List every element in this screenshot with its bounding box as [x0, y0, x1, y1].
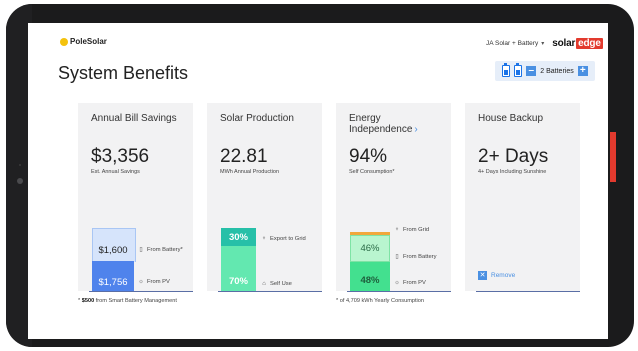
- bill-savings-sub: Est. Annual Savings: [91, 169, 140, 175]
- from-grid-label: From Grid: [403, 227, 430, 233]
- solaredge-logo-right: edge: [576, 38, 603, 49]
- solaredge-logo: solar edge: [552, 38, 603, 49]
- tower-icon: ♆: [261, 236, 267, 242]
- energy-footnote: * of 4,709 kWh Yearly Consumption: [336, 298, 424, 304]
- sun-logo-icon: [60, 37, 68, 46]
- sensor: [19, 164, 21, 166]
- app-screen: PoleSolar JA Solar + Battery ▾ solar edge…: [28, 23, 608, 339]
- tower-icon: ♆: [394, 227, 400, 233]
- energy-title-text: Energy Independence: [349, 113, 413, 135]
- bar-from-battery: 46%: [350, 235, 390, 262]
- battery-icon: ▯: [139, 247, 143, 253]
- bar-pv-savings: $1,756: [92, 261, 134, 291]
- battery-count: 2 Batteries: [540, 67, 574, 75]
- page-title: System Benefits: [58, 63, 189, 83]
- bill-battery-label: From Battery*: [147, 247, 183, 253]
- export-label-row: ♆ Export to Grid: [261, 236, 306, 242]
- chart-baseline: [218, 291, 322, 292]
- solar-production-sub: MWh Annual Production: [220, 169, 280, 175]
- bar-from-pv: 48%: [350, 262, 390, 291]
- self-use-label-row: ⌂ Self Use: [261, 281, 292, 287]
- house-backup-sub: 4+ Days Including Sunshine: [478, 169, 547, 175]
- card-bill-savings: Annual Bill Savings $3,356 Est. Annual S…: [78, 103, 193, 292]
- chart-baseline: [89, 291, 193, 292]
- house-icon: ⌂: [262, 281, 266, 287]
- sun-icon: ☼: [394, 280, 400, 286]
- side-accent: [610, 132, 616, 182]
- bill-savings-value: $3,356: [91, 146, 150, 167]
- sun-icon: ☼: [138, 279, 144, 285]
- battery-control: – 2 Batteries +: [495, 61, 595, 81]
- header-right: JA Solar + Battery ▾ solar edge: [486, 38, 603, 49]
- battery-icon: ▯: [395, 254, 399, 260]
- system-select[interactable]: JA Solar + Battery ▾: [486, 40, 544, 47]
- chart-baseline: [476, 291, 580, 292]
- battery-icon: [502, 63, 511, 77]
- remove-backup-button[interactable]: ✕ Remove: [478, 271, 515, 280]
- from-pv-label: From PV: [403, 280, 426, 286]
- card-title: Energy Independence ›: [349, 113, 451, 135]
- card-title: Solar Production: [220, 113, 294, 124]
- house-backup-value: 2+ Days: [478, 146, 549, 167]
- card-energy-independence[interactable]: Energy Independence › 94% Self Consumptio…: [336, 103, 451, 292]
- footnote-strong: $500: [81, 298, 95, 304]
- energy-independence-value: 94%: [349, 146, 388, 167]
- footnote-rest: from Smart Battery Management: [94, 298, 177, 304]
- chevron-right-icon: ›: [414, 124, 418, 135]
- from-grid-label-row: ♆ From Grid: [394, 227, 429, 233]
- from-pv-pct: 48%: [360, 275, 380, 286]
- solaredge-logo-left: solar: [552, 38, 576, 49]
- energy-independence-sub: Self Consumption*: [349, 169, 395, 175]
- card-solar-production: Solar Production 22.81 MWh Annual Produc…: [207, 103, 322, 292]
- system-select-label: JA Solar + Battery: [486, 40, 539, 47]
- bar-self-use: 70%: [221, 246, 256, 291]
- add-battery-button[interactable]: +: [577, 66, 588, 76]
- card-title: House Backup: [478, 113, 544, 124]
- export-label: Export to Grid: [270, 236, 306, 242]
- bill-battery-label-row: ▯ From Battery*: [138, 247, 183, 253]
- bill-footnote: * $500 from Smart Battery Management: [78, 298, 177, 304]
- remove-label: Remove: [491, 272, 516, 279]
- remove-battery-button[interactable]: –: [526, 66, 537, 76]
- battery-icon: [514, 63, 523, 77]
- chevron-down-icon: ▾: [541, 41, 545, 47]
- bill-battery-value: $1,600: [98, 245, 128, 256]
- chart-baseline: [347, 291, 451, 292]
- from-battery-label: From Battery: [403, 254, 437, 260]
- solar-production-value: 22.81: [220, 146, 268, 167]
- camera-icon: [17, 178, 23, 184]
- brand-name: PoleSolar: [70, 37, 107, 46]
- from-pv-label-row: ☼ From PV: [394, 280, 426, 286]
- brand-logo: PoleSolar: [60, 37, 107, 46]
- from-battery-label-row: ▯ From Battery: [394, 254, 437, 260]
- tablet-frame: PoleSolar JA Solar + Battery ▾ solar edge…: [6, 4, 634, 347]
- card-house-backup: House Backup 2+ Days 4+ Days Including S…: [465, 103, 580, 292]
- bill-pv-value: $1,756: [98, 276, 128, 288]
- close-icon: ✕: [478, 271, 487, 280]
- bill-pv-label: From PV: [147, 279, 170, 285]
- card-title: Annual Bill Savings: [91, 113, 177, 124]
- bill-pv-label-row: ☼ From PV: [138, 279, 170, 285]
- self-use-pct: 70%: [228, 276, 248, 287]
- bar-export: 30%: [221, 228, 256, 246]
- self-use-label: Self Use: [270, 281, 292, 287]
